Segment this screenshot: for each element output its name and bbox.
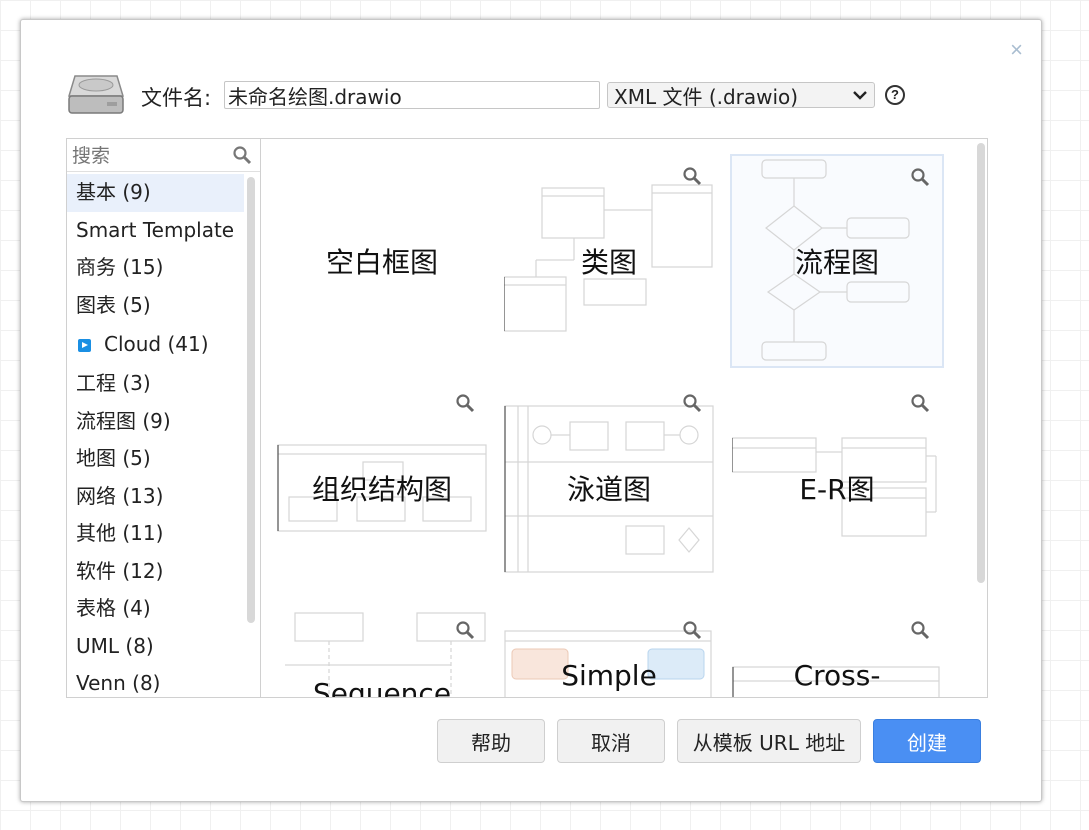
category-label: Cloud (41) (104, 332, 209, 356)
zoom-icon[interactable] (682, 166, 702, 186)
template-grid: 空白框图 类图 流程图 组织结构图 泳道图 E-R图 Sequence Simp… (261, 139, 971, 697)
category-item[interactable]: 地图 (5) (67, 440, 244, 478)
filename-label: 文件名: (141, 86, 212, 110)
help-button[interactable]: 帮助 (437, 719, 545, 763)
template-sequence[interactable]: Sequence (277, 609, 487, 697)
sidebar-scrollbar[interactable] (247, 177, 255, 623)
category-item[interactable]: 软件 (12) (67, 553, 244, 591)
zoom-icon[interactable] (682, 393, 702, 413)
template-label: 类图 (580, 246, 637, 279)
zoom-icon[interactable] (910, 167, 930, 187)
category-sidebar: 基本 (9) Smart Template 商务 (15) 图表 (5) Clo… (67, 139, 261, 697)
zoom-icon[interactable] (455, 620, 475, 640)
template-label: Cross- (793, 659, 881, 692)
close-icon[interactable]: × (1010, 37, 1023, 63)
category-item[interactable]: 商务 (15) (67, 249, 244, 287)
category-item[interactable]: UML (8) (67, 628, 244, 666)
template-label: Simple (561, 659, 657, 692)
help-icon[interactable]: ? (885, 85, 905, 105)
zoom-icon[interactable] (910, 393, 930, 413)
new-diagram-dialog: × 文件名: XML 文件 (.drawio) ? 基本 (9) Smart T… (20, 19, 1042, 802)
template-flowchart[interactable]: 流程图 (730, 154, 944, 368)
category-item[interactable]: 流程图 (9) (67, 403, 244, 441)
template-org-chart[interactable]: 组织结构图 (277, 382, 487, 592)
format-select-value: XML 文件 (.drawio) (614, 84, 799, 109)
zoom-icon[interactable] (455, 393, 475, 413)
category-item[interactable]: Venn (8) (67, 665, 244, 697)
from-template-url-button[interactable]: 从模板 URL 地址 (677, 719, 861, 763)
template-simple[interactable]: Simple (504, 609, 714, 697)
template-label: E-R图 (799, 473, 875, 506)
template-class-diagram[interactable]: 类图 (504, 155, 714, 365)
template-swimlane[interactable]: 泳道图 (504, 382, 714, 592)
template-er-diagram[interactable]: E-R图 (732, 382, 942, 592)
zoom-icon[interactable] (682, 620, 702, 640)
template-blank[interactable]: 空白框图 (277, 155, 487, 365)
category-item[interactable]: Smart Template (67, 212, 244, 250)
cancel-button[interactable]: 取消 (557, 719, 665, 763)
expand-arrow-icon[interactable] (78, 339, 91, 352)
chevron-down-icon (853, 91, 867, 100)
category-item-cloud[interactable]: Cloud (41) (67, 324, 244, 365)
template-label: 空白框图 (325, 246, 438, 279)
zoom-icon[interactable] (910, 620, 930, 640)
hard-disk-icon (67, 75, 125, 114)
category-item[interactable]: 图表 (5) (67, 287, 244, 325)
template-label: 组织结构图 (311, 473, 452, 506)
category-list: 基本 (9) Smart Template 商务 (15) 图表 (5) Clo… (67, 174, 244, 697)
filename-input[interactable] (224, 81, 600, 109)
template-panel: 基本 (9) Smart Template 商务 (15) 图表 (5) Clo… (66, 138, 988, 698)
search-icon[interactable] (232, 145, 252, 165)
format-select[interactable]: XML 文件 (.drawio) (607, 82, 875, 109)
category-item[interactable]: 其他 (11) (67, 515, 244, 553)
template-scrollbar[interactable] (977, 143, 985, 583)
template-label: 泳道图 (566, 473, 651, 506)
template-label: 流程图 (794, 246, 879, 279)
category-item[interactable]: 表格 (4) (67, 590, 244, 628)
search-input[interactable] (70, 142, 224, 170)
category-item[interactable]: 基本 (9) (67, 174, 244, 212)
template-cross-functional[interactable]: Cross- (732, 609, 942, 697)
create-button[interactable]: 创建 (873, 719, 981, 763)
search-box (67, 139, 260, 172)
category-item[interactable]: 工程 (3) (67, 365, 244, 403)
template-label: Sequence (312, 677, 452, 697)
category-item[interactable]: 网络 (13) (67, 478, 244, 516)
